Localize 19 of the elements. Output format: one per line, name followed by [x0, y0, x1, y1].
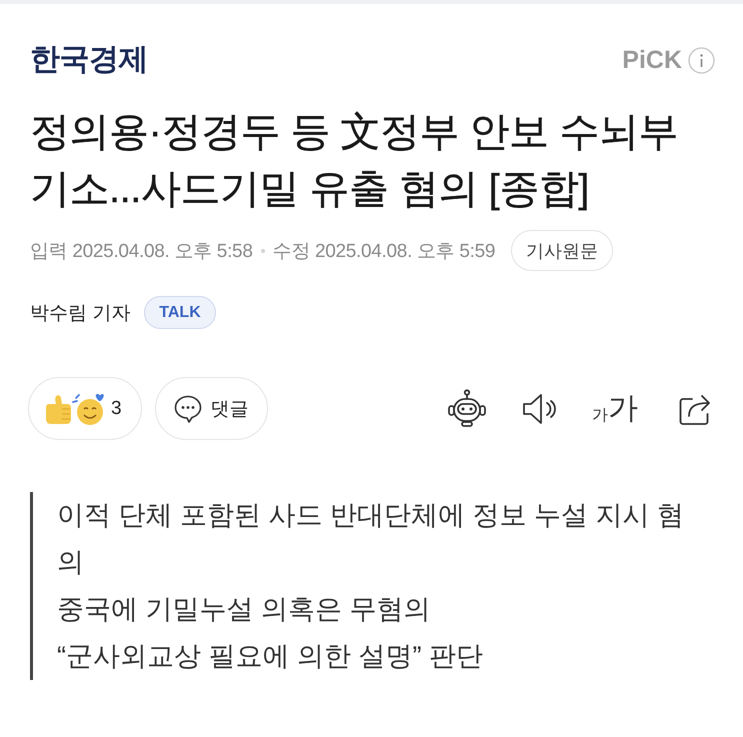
timestamp: 수정 2025.04.08. 오후 5:59 — [272, 240, 496, 264]
author-name: 박수림 기자 — [30, 302, 130, 326]
smiley-face-icon — [71, 392, 105, 426]
thumbs-up-icon — [45, 394, 71, 424]
summary-line: 중국에 기밀누설 의혹은 무혐의 — [57, 593, 432, 626]
summary-line: “군사외교상 필요에 의한 설명” 판단 — [57, 640, 484, 673]
press-logo[interactable]: 한국경제 — [30, 38, 148, 82]
article-title: 정의용·정경두 등 文정부 안보 수뇌부 기소...사드기밀 유출 혐의 [종합] — [30, 109, 679, 213]
timestamp: 입력 2025.04.08. 오후 5:58 — [30, 240, 253, 264]
talk-button[interactable]: TALK — [144, 296, 216, 329]
comment-bubble-icon — [172, 394, 203, 424]
text-size-button[interactable]: 가가 — [592, 394, 638, 424]
pick-label: PiCK — [622, 46, 682, 74]
comment-button[interactable]: 댓글 — [154, 377, 268, 440]
speaker-icon[interactable] — [522, 392, 557, 426]
original-article-button[interactable]: 기사원문 — [511, 230, 614, 271]
reaction-button[interactable]: 3 — [28, 377, 142, 440]
robot-icon[interactable] — [447, 388, 487, 428]
summary-line: 이적 단체 포함된 사드 반대단체에 정보 누설 지시 혐의 — [57, 499, 686, 579]
